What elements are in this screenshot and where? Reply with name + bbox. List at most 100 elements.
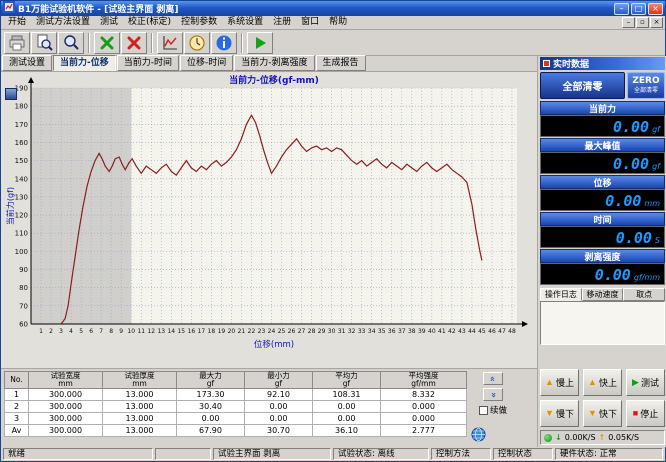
rt-tab-1[interactable]: 移动速度 [582,288,624,301]
up-icon: ▲ [588,378,597,387]
svg-text:47: 47 [498,328,506,335]
table-row-3[interactable]: Av300.00013.00067.9030.7036.102.777 [5,424,467,436]
table-side-controls: » » 续做 [471,371,515,445]
window-controls: – □ × [614,3,663,15]
view-tab-3[interactable]: 位移-时间 [180,55,233,71]
svg-text:11: 11 [137,328,145,335]
svg-text:位移(mm): 位移(mm) [254,339,294,350]
zero-button-subtext: 全部清零 [628,87,664,94]
print-icon[interactable] [4,32,30,54]
view-tab-5[interactable]: 生成报告 [316,55,366,71]
stop-icon: ■ [633,409,638,418]
start-icon[interactable] [247,32,273,54]
results-table: No.试验宽度mm试验厚度mm最大力gf最小力gf平均力gf平均强度gf/mm1… [4,371,467,437]
results-area: No.试验宽度mm试验厚度mm最大力gf最小力gf平均力gf平均强度gf/mm1… [1,369,537,447]
info-icon[interactable] [211,32,237,54]
maximize-button[interactable]: □ [631,3,646,15]
title-bar[interactable]: B1万能试验机软件 - [试验主界面 剥离] – □ × [1,1,665,16]
view-tabs: 测试设置当前力-位移当前力-时间位移-时间当前力-剥离强度生成报告 [1,56,537,71]
menu-item-3[interactable]: 校正(标定) [123,17,176,27]
jog-button-0[interactable]: ▲慢上 [540,369,579,396]
menu-item-8[interactable]: 帮助 [324,17,352,27]
graph-edit-icon[interactable] [157,32,183,54]
rt-tab-2[interactable]: 取点 [623,288,665,301]
jog-button-1[interactable]: ▲快上 [583,369,622,396]
chevron-up-icon: » [489,376,497,382]
table-row-2[interactable]: 3300.00013.0000.000.000.000.000 [5,412,467,424]
zero-all-label: 全部清零 [540,72,625,99]
realtime-panel-header: 实时数据 [540,57,665,70]
realtime-tabs: 操作日志移动速度取点 [540,288,665,301]
table-cell: 13.000 [103,412,177,424]
menu-item-5[interactable]: 系统设置 [222,17,268,27]
table-row-1[interactable]: 2300.00013.00030.400.000.000.000 [5,400,467,412]
jog-button-label-1: 快上 [599,376,617,389]
mdi-close-button[interactable]: × [650,17,663,28]
operation-log[interactable] [540,301,665,345]
clear-green-icon[interactable] [94,32,120,54]
table-cell: 8.332 [381,388,467,400]
continue-checkbox[interactable]: 续做 [479,404,507,416]
table-cell: 2 [5,400,29,412]
chart-area: 6070809010011012013014015016017018019012… [1,71,537,369]
mdi-restore-button[interactable]: ▫ [636,17,649,28]
rt-field-value-0: 0.00 [613,118,649,136]
svg-text:26: 26 [288,328,296,335]
svg-text:31: 31 [338,328,346,335]
jog-button-label-4: 快下 [599,407,617,420]
view-tab-4[interactable]: 当前力-剥离强度 [234,55,314,71]
view-tab-2[interactable]: 当前力-时间 [117,55,179,71]
svg-text:180: 180 [15,103,28,111]
checkbox-icon [479,406,488,415]
menu-item-1[interactable]: 测试方法设置 [31,17,95,27]
table-cell: 0.00 [245,412,313,424]
svg-text:17: 17 [198,328,206,335]
close-button[interactable]: × [648,3,663,15]
svg-text:14: 14 [167,328,175,335]
menu-item-6[interactable]: 注册 [268,17,296,27]
rt-field-unit-3: S [655,236,660,245]
scroll-up-button[interactable]: » [483,372,503,385]
menu-item-7[interactable]: 窗口 [296,17,324,27]
rt-field-display-1: 0.00gf [540,152,665,174]
menu-item-0[interactable]: 开始 [3,17,31,27]
svg-text:19: 19 [218,328,226,335]
table-header-row: No.试验宽度mm试验厚度mm最大力gf最小力gf平均力gf平均强度gf/mm [5,372,467,389]
zoom-icon[interactable] [58,32,84,54]
svg-text:22: 22 [248,328,256,335]
table-column-2: 试验厚度mm [103,372,177,389]
download-speed: 0.00K/S [565,433,596,442]
jog-button-2[interactable]: ▶测试 [626,369,665,396]
preview-icon[interactable] [31,32,57,54]
jog-button-5[interactable]: ■停止 [626,400,665,427]
rt-tab-0[interactable]: 操作日志 [540,288,582,301]
table-row-0[interactable]: 1300.00013.000173.3092.10108.318.332 [5,388,467,400]
scroll-down-button[interactable]: » [483,388,503,401]
svg-text:35: 35 [378,328,386,335]
menu-item-4[interactable]: 控制参数 [176,17,222,27]
table-cell: 300.000 [29,388,103,400]
timer-icon[interactable] [184,32,210,54]
mdi-minimize-button[interactable]: – [622,17,635,28]
svg-text:1: 1 [39,328,43,335]
svg-text:32: 32 [348,328,356,335]
clear-red-icon[interactable] [121,32,147,54]
chart-tool-icon[interactable] [5,88,17,100]
view-tab-1[interactable]: 当前力-位移 [53,55,116,71]
rt-field-label-4: 剥离强度 [540,249,665,263]
table-cell: 13.000 [103,388,177,400]
jog-button-4[interactable]: ▼快下 [583,400,622,427]
svg-text:5: 5 [79,328,83,335]
toolbar [1,30,665,56]
continue-checkbox-label: 续做 [490,404,507,416]
jog-button-3[interactable]: ▼慢下 [540,400,579,427]
menu-item-2[interactable]: 测试 [95,17,123,27]
zero-button[interactable]: ZERO 全部清零 [627,72,665,99]
view-tab-0[interactable]: 测试设置 [2,55,52,71]
minimize-button[interactable]: – [614,3,629,15]
left-pane: 测试设置当前力-位移当前力-时间位移-时间当前力-剥离强度生成报告 607080… [1,56,537,447]
mdi-window-controls: – ▫ × [622,17,663,28]
svg-text:150: 150 [15,157,28,165]
force-displacement-chart: 6070809010011012013014015016017018019012… [5,74,533,366]
svg-text:13: 13 [157,328,165,335]
